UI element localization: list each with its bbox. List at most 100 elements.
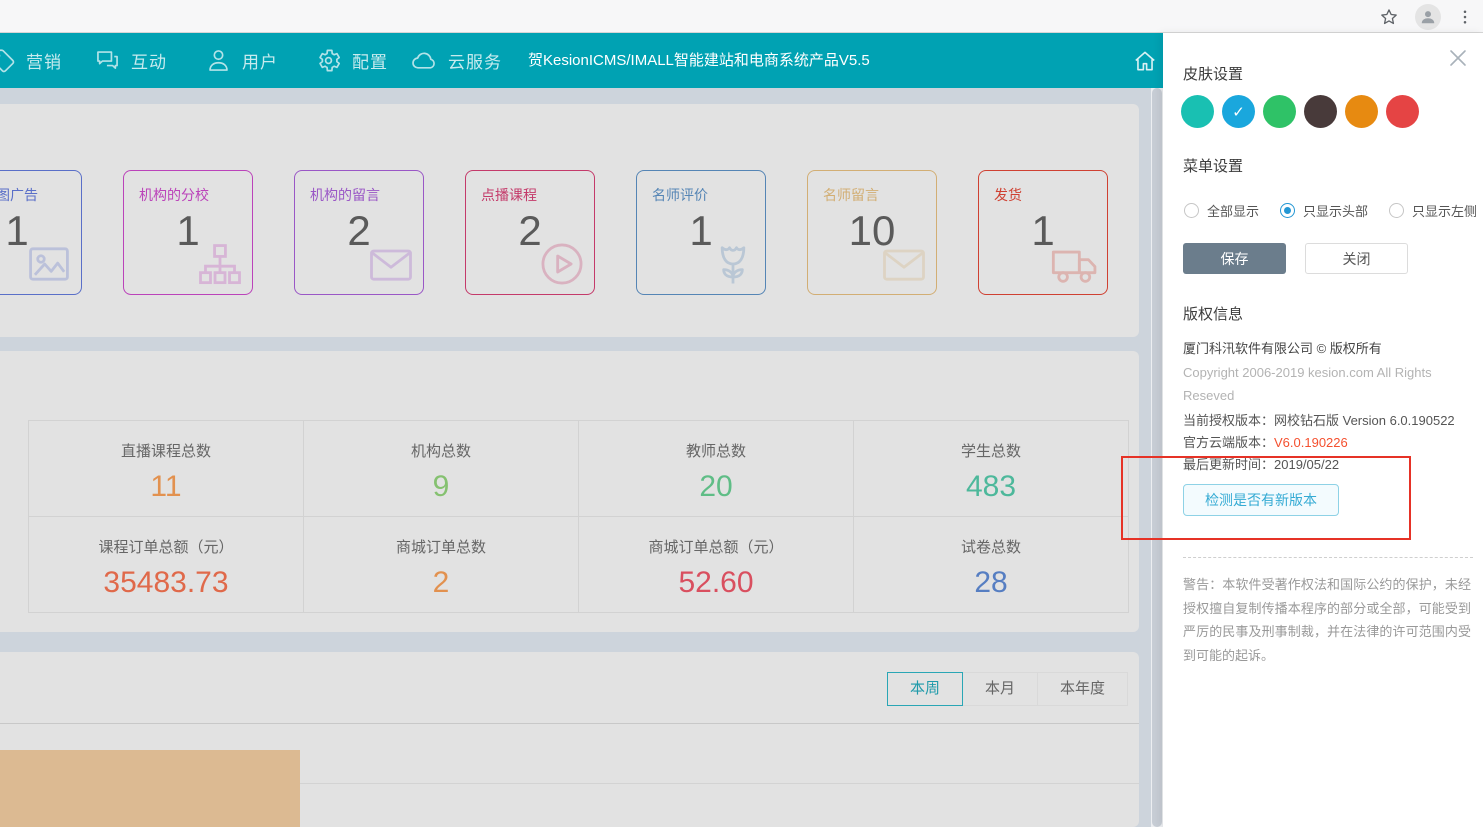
browser-toolbar xyxy=(0,0,1483,33)
site-title: 贺KesionICMS/IMALL智能建站和电商系统产品V5.5 xyxy=(528,33,870,88)
browser-menu-icon[interactable] xyxy=(1452,4,1478,30)
summary-card[interactable]: 点播课程2 xyxy=(465,170,595,295)
close-button[interactable]: 关闭 xyxy=(1305,243,1408,274)
chat-icon xyxy=(94,47,121,74)
stat-label: 课程订单总额（元） xyxy=(29,536,303,557)
stat-value: 11 xyxy=(29,470,303,504)
copyright-english-line: Copyright 2006-2019 kesion.com All Right… xyxy=(1183,361,1439,407)
card-label: 机构的留言 xyxy=(310,185,380,205)
stat-value: 52.60 xyxy=(579,566,853,600)
menu-settings-title: 菜单设置 xyxy=(1183,155,1243,176)
cloud-icon xyxy=(411,47,438,74)
user-icon xyxy=(205,47,232,74)
nav-item-label: 互动 xyxy=(131,48,167,73)
stats-table: 直播课程总数11机构总数9教师总数20学生总数483课程订单总额（元）35483… xyxy=(28,420,1129,613)
nav-item-label: 配置 xyxy=(352,48,388,73)
summary-card[interactable]: 名师留言10 xyxy=(807,170,937,295)
stat-label: 学生总数 xyxy=(854,440,1128,461)
stat-value: 9 xyxy=(304,470,578,504)
radio-label: 只显示头部 xyxy=(1303,201,1368,220)
skin-color-5[interactable] xyxy=(1345,95,1378,128)
stat-label: 试卷总数 xyxy=(854,536,1128,557)
skin-color-3[interactable] xyxy=(1263,95,1296,128)
nav-item-2[interactable]: 互动 xyxy=(94,33,167,88)
cloud-version-value: V6.0.190226 xyxy=(1274,435,1348,450)
close-icon[interactable] xyxy=(1446,46,1470,70)
stat-label: 直播课程总数 xyxy=(29,440,303,461)
dashboard-main: 轮播图广告1 机构的分校1 机构的留言2 点播课程2 名师评价1 名师留言10 发货1 直播… xyxy=(0,88,1151,827)
card-label: 发货 xyxy=(994,185,1022,205)
radio-只显示左侧[interactable]: 只显示左侧 xyxy=(1389,201,1477,220)
tab-本月[interactable]: 本月 xyxy=(962,672,1038,706)
card-label: 轮播图广告 xyxy=(0,185,38,205)
stat-label: 教师总数 xyxy=(579,440,853,461)
statistics-section: 直播课程总数11机构总数9教师总数20学生总数483课程订单总额（元）35483… xyxy=(0,351,1139,632)
radio-label: 只显示左侧 xyxy=(1412,201,1477,220)
chart-bar xyxy=(0,750,300,827)
browser-profile-avatar[interactable] xyxy=(1415,4,1441,30)
settings-drawer: 皮肤设置 ✓ 菜单设置 全部显示只显示头部只显示左侧 保存 关闭 版权信息 厦门… xyxy=(1163,33,1483,827)
nav-item-3[interactable]: 用户 xyxy=(205,33,278,88)
top-navbar: 营销 互动 用户 配置云服务 贺KesionICMS/IMALL智能建站和电商系统产品… xyxy=(0,33,1163,88)
stat-cell: 教师总数 20 xyxy=(579,421,854,517)
scrollbar-thumb[interactable] xyxy=(1152,88,1162,827)
stat-value: 483 xyxy=(854,470,1128,504)
nav-item-label: 用户 xyxy=(242,48,278,73)
stat-label: 商城订单总额（元） xyxy=(579,536,853,557)
tab-本周[interactable]: 本周 xyxy=(887,672,963,706)
save-button[interactable]: 保存 xyxy=(1183,243,1286,274)
summary-card[interactable]: 轮播图广告1 xyxy=(0,170,82,295)
page-scrollbar[interactable] xyxy=(1151,88,1163,827)
check-new-version-button[interactable]: 检测是否有新版本 xyxy=(1183,484,1339,516)
stat-value: 28 xyxy=(854,566,1128,600)
stat-label: 商城订单总数 xyxy=(304,536,578,557)
stat-cell: 课程订单总额（元） 35483.73 xyxy=(29,517,304,613)
nav-item-4[interactable]: 配置 xyxy=(315,33,388,88)
summary-card[interactable]: 名师评价1 xyxy=(636,170,766,295)
legal-warning-text: 警告：本软件受著作权法和国际公约的保护，未经授权擅自复制传播本程序的部分或全部，… xyxy=(1183,573,1471,667)
bookmark-star-icon[interactable] xyxy=(1376,4,1402,30)
radio-dot[interactable] xyxy=(1184,203,1199,218)
truck-icon xyxy=(1049,238,1101,290)
stat-cell: 商城订单总数2 xyxy=(304,517,579,613)
summary-card[interactable]: 机构的分校1 xyxy=(123,170,253,295)
cloud-version-line: 官方云端版本：V6.0.190226 xyxy=(1183,432,1348,451)
stat-cell: 商城订单总额（元） 52.60 xyxy=(579,517,854,613)
play-icon xyxy=(536,238,588,290)
stat-value: 35483.73 xyxy=(29,566,303,600)
stat-cell: 直播课程总数 11 xyxy=(29,421,304,517)
tab-本年度[interactable]: 本年度 xyxy=(1037,672,1128,706)
skin-color-4[interactable] xyxy=(1304,95,1337,128)
dashed-divider xyxy=(1183,557,1473,558)
stat-value: 20 xyxy=(579,470,853,504)
summary-card[interactable]: 发货1 xyxy=(978,170,1108,295)
skin-settings-title: 皮肤设置 xyxy=(1183,63,1243,84)
skin-color-options: ✓ xyxy=(1181,95,1419,128)
gear-icon xyxy=(315,47,342,74)
envelope-icon xyxy=(365,238,417,290)
screenshot-stage: 营销 互动 用户 配置云服务 贺KesionICMS/IMALL智能建站和电商系统产品… xyxy=(0,0,1483,827)
radio-全部显示[interactable]: 全部显示 xyxy=(1184,201,1259,220)
radio-只显示头部[interactable]: 只显示头部 xyxy=(1280,201,1368,220)
sitemap-icon xyxy=(194,238,246,290)
card-label: 点播课程 xyxy=(481,185,537,205)
radio-dot[interactable] xyxy=(1280,203,1295,218)
chart-section: 本周本月本年度 xyxy=(0,652,1139,827)
summary-card[interactable]: 机构的留言2 xyxy=(294,170,424,295)
nav-item-5[interactable]: 云服务 xyxy=(411,33,502,88)
cloud-version-label: 官方云端版本： xyxy=(1183,435,1274,450)
copyright-title: 版权信息 xyxy=(1183,303,1243,324)
radio-dot[interactable] xyxy=(1389,203,1404,218)
skin-color-2-selected[interactable]: ✓ xyxy=(1222,95,1255,128)
skin-color-1[interactable] xyxy=(1181,95,1214,128)
envelope-icon xyxy=(878,238,930,290)
stat-cell: 试卷总数 28 xyxy=(854,517,1129,613)
home-icon[interactable] xyxy=(1132,48,1158,74)
menu-display-radios: 全部显示 只显示头部 只显示左侧 xyxy=(1184,201,1477,220)
skin-color-6[interactable] xyxy=(1386,95,1419,128)
image-icon xyxy=(23,238,75,290)
card-label: 名师评价 xyxy=(652,185,708,205)
radio-label: 全部显示 xyxy=(1207,201,1259,220)
nav-item-1[interactable]: 营销 xyxy=(0,33,62,88)
nav-item-label: 营销 xyxy=(26,48,62,73)
